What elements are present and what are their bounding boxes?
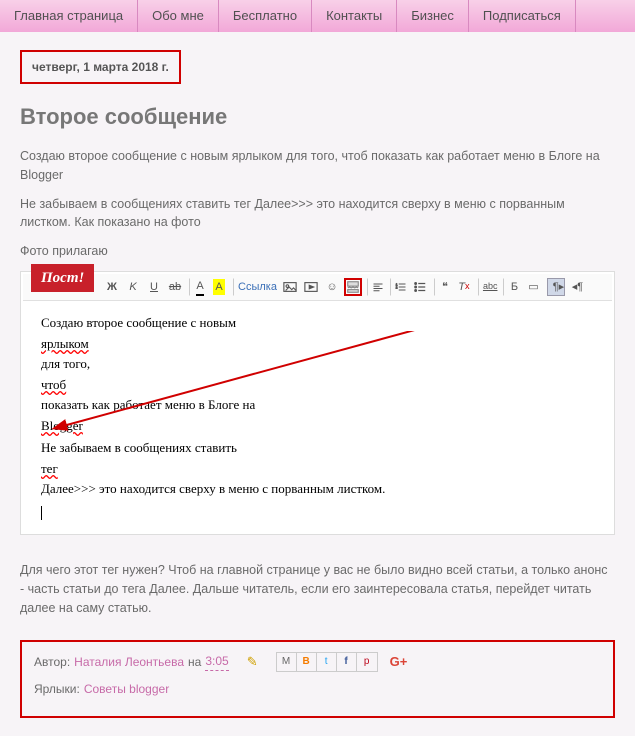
- ltr-button[interactable]: ¶▸: [547, 278, 565, 296]
- top-nav: Главная страница Обо мне Бесплатно Конта…: [0, 0, 635, 32]
- edit-pencil-icon[interactable]: ✎: [247, 652, 258, 672]
- share-blog-icon[interactable]: B: [297, 653, 317, 671]
- bullet-list-button[interactable]: [411, 278, 429, 296]
- jump-break-button[interactable]: [344, 278, 362, 296]
- paragraph-1: Создаю второе сообщение с новым ярлыком …: [20, 147, 615, 185]
- image-button[interactable]: [281, 278, 299, 296]
- text-cursor: [41, 506, 42, 520]
- link-button[interactable]: Ссылка: [233, 278, 278, 296]
- align-button[interactable]: [367, 278, 385, 296]
- preview-button[interactable]: ▭: [524, 278, 542, 296]
- nav-subscribe[interactable]: Подписаться: [469, 0, 576, 32]
- editor-screenshot: Пост! Ж K U ab A A Ссылка ☺ 12 ❝ Tx abc …: [20, 271, 615, 536]
- post-time-link[interactable]: 3:05: [205, 652, 228, 671]
- svg-text:2: 2: [396, 285, 398, 289]
- underline-button[interactable]: U: [145, 278, 163, 296]
- bold-button[interactable]: Ж: [103, 278, 121, 296]
- nav-about[interactable]: Обо мне: [138, 0, 219, 32]
- post-content: четверг, 1 марта 2018 г. Второе сообщени…: [0, 32, 635, 736]
- format-b-button[interactable]: Б: [503, 278, 521, 296]
- emoji-button[interactable]: ☺: [323, 278, 341, 296]
- share-twitter-icon[interactable]: t: [317, 653, 337, 671]
- paragraph-3: Фото прилагаю: [20, 242, 615, 261]
- spellcheck-button[interactable]: abc: [478, 278, 499, 296]
- share-gplus-icon[interactable]: G+: [390, 652, 408, 672]
- editor-line-2: Не забываем в сообщениях ставить тег Дал…: [41, 438, 594, 499]
- rtl-button[interactable]: ◂¶: [568, 278, 586, 296]
- editor-body[interactable]: Создаю второе сообщение с новым ярлыком …: [23, 301, 612, 533]
- nav-business[interactable]: Бизнес: [397, 0, 469, 32]
- text-color-button[interactable]: A: [189, 278, 207, 296]
- share-pinterest-icon[interactable]: p: [357, 653, 377, 671]
- italic-button[interactable]: K: [124, 278, 142, 296]
- editor-toolbar: Ж K U ab A A Ссылка ☺ 12 ❝ Tx abc Б ▭ ¶▸…: [23, 274, 612, 301]
- author-link[interactable]: Наталия Леонтьева: [74, 653, 184, 671]
- meta-labels-row: Ярлыки: Советы blogger: [34, 680, 601, 698]
- strike-button[interactable]: ab: [166, 278, 184, 296]
- nav-home[interactable]: Главная страница: [0, 0, 138, 32]
- quote-button[interactable]: ❝: [434, 278, 452, 296]
- bg-color-button[interactable]: A: [210, 278, 228, 296]
- nav-free[interactable]: Бесплатно: [219, 0, 312, 32]
- clear-format-button[interactable]: Tx: [455, 278, 473, 296]
- post-title[interactable]: Второе сообщение: [20, 100, 615, 133]
- share-buttons: M B t f p: [276, 652, 378, 672]
- video-button[interactable]: [302, 278, 320, 296]
- labels-label: Ярлыки:: [34, 680, 80, 698]
- post-meta: Автор: Наталия Леонтьева на 3:05 ✎ M B t…: [20, 640, 615, 718]
- at-label: на: [188, 653, 201, 671]
- meta-author-row: Автор: Наталия Леонтьева на 3:05 ✎ M B t…: [34, 652, 601, 672]
- author-label: Автор:: [34, 653, 70, 671]
- post-date: четверг, 1 марта 2018 г.: [20, 50, 181, 84]
- number-list-button[interactable]: 12: [390, 278, 408, 296]
- share-facebook-icon[interactable]: f: [337, 653, 357, 671]
- share-email-icon[interactable]: M: [277, 653, 297, 671]
- post-badge: Пост!: [31, 264, 94, 293]
- paragraph-4: Для чего этот тег нужен? Чтоб на главной…: [20, 561, 615, 617]
- nav-contacts[interactable]: Контакты: [312, 0, 397, 32]
- paragraph-2: Не забываем в сообщениях ставить тег Дал…: [20, 195, 615, 233]
- editor-line-1: Создаю второе сообщение с новым ярлыком …: [41, 313, 594, 436]
- label-link[interactable]: Советы blogger: [84, 680, 169, 698]
